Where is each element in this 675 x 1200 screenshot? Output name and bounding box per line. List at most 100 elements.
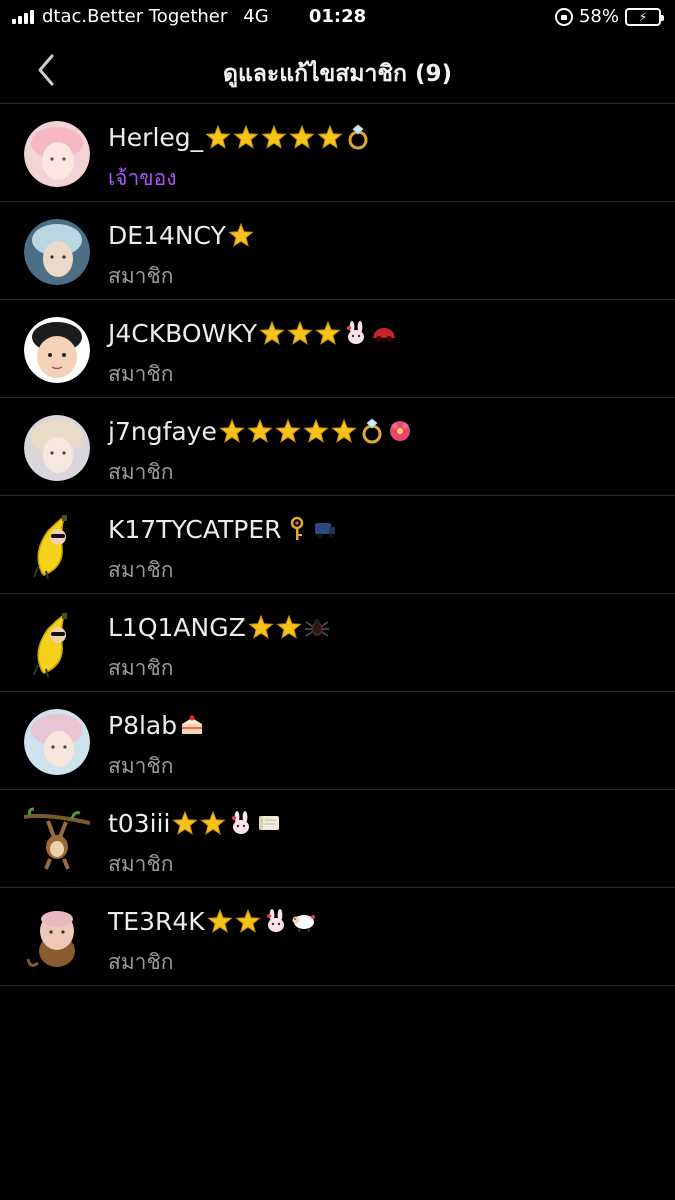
badge-group xyxy=(205,124,371,150)
member-name-line: Herleg_ xyxy=(108,120,371,154)
badge-group xyxy=(179,712,205,738)
star-icon xyxy=(261,124,287,149)
hibiscus-icon xyxy=(389,421,410,441)
member-name-line: t03iii xyxy=(108,806,282,840)
star-icon xyxy=(315,320,341,345)
cake-icon xyxy=(182,715,203,734)
member-name: TE3R4K xyxy=(108,906,205,936)
member-name-line: TE3R4K xyxy=(108,904,317,938)
member-name: t03iii xyxy=(108,808,171,838)
scroll-icon xyxy=(259,816,280,830)
member-info: DE14NCY สมาชิก xyxy=(108,218,254,293)
member-row[interactable]: t03iii สมาชิก xyxy=(0,790,675,888)
member-name-line: P8lab xyxy=(108,708,205,742)
member-name: J4CKBOWKY xyxy=(108,318,258,348)
star-icon xyxy=(259,320,285,345)
avatar[interactable] xyxy=(24,513,90,579)
nav-bar: ดูและแก้ไขสมาชิก (9) xyxy=(0,36,675,104)
member-role-label: สมาชิก xyxy=(108,264,174,288)
avatar[interactable] xyxy=(24,611,90,677)
badge-group xyxy=(206,908,317,934)
star-icon xyxy=(205,124,231,149)
member-row[interactable]: TE3R4K สมาชิก xyxy=(0,888,675,986)
battery-percent: 58% xyxy=(578,6,619,27)
badge-group xyxy=(248,614,330,640)
sheep-icon xyxy=(292,915,315,932)
avatar[interactable] xyxy=(24,807,90,873)
star-icon xyxy=(331,418,357,443)
member-row[interactable]: Herleg_ เจ้าของ xyxy=(0,104,675,202)
clock: 01:28 xyxy=(308,6,367,27)
member-info: L1Q1ANGZ สมาชิก xyxy=(108,610,330,685)
member-role-label: สมาชิก xyxy=(108,950,174,974)
star-icon xyxy=(206,908,233,933)
spider-icon xyxy=(304,619,329,637)
rabbit-icon xyxy=(232,811,250,834)
member-info: j7ngfaye สมาชิก xyxy=(108,414,413,489)
charging-bolt-icon: ⚡ xyxy=(638,9,648,24)
member-info: TE3R4K สมาชิก xyxy=(108,904,317,979)
rabbit-icon xyxy=(266,909,284,932)
member-info: t03iii สมาชิก xyxy=(108,806,282,881)
star-icon xyxy=(219,418,245,443)
avatar[interactable] xyxy=(24,905,90,971)
avatar[interactable] xyxy=(24,317,90,383)
member-list: Herleg_ เจ้าของ DE14NCY สมาชิก J4CKBOWKY สมาช… xyxy=(0,104,675,986)
battery-icon: ⚡ xyxy=(625,7,664,26)
star-icon xyxy=(233,124,259,149)
star-icon xyxy=(200,810,227,835)
badge-group xyxy=(228,222,254,248)
member-name: Herleg_ xyxy=(108,122,204,152)
star-icon xyxy=(275,418,301,443)
member-role-label: สมาชิก xyxy=(108,656,174,680)
carrier-name: dtac.Better Together xyxy=(42,6,228,27)
member-name: K17TYCATPER xyxy=(108,514,282,544)
star-icon xyxy=(303,418,329,443)
key-icon xyxy=(290,516,303,540)
star-icon xyxy=(228,222,254,247)
badge-group xyxy=(172,810,282,836)
member-name-line: j7ngfaye xyxy=(108,414,413,448)
member-role-label: สมาชิก xyxy=(108,460,174,484)
member-name: DE14NCY xyxy=(108,220,226,250)
star-icon xyxy=(234,908,261,933)
member-info: J4CKBOWKY สมาชิก xyxy=(108,316,397,391)
status-left: dtac.Better Together 4G xyxy=(12,6,269,27)
star-icon xyxy=(248,614,274,639)
member-role-label: สมาชิก xyxy=(108,558,174,582)
avatar[interactable] xyxy=(24,219,90,285)
car-icon xyxy=(373,328,396,342)
member-name-line: DE14NCY xyxy=(108,218,254,252)
page-title: ดูและแก้ไขสมาชิก (9) xyxy=(223,61,452,87)
star-icon xyxy=(317,124,343,149)
star-icon xyxy=(247,418,273,443)
badge-group xyxy=(259,320,397,346)
status-right: 58% ⚡ xyxy=(554,6,664,27)
member-row[interactable]: j7ngfaye สมาชิก xyxy=(0,398,675,496)
member-name-line: K17TYCATPER xyxy=(108,512,338,546)
member-row[interactable]: J4CKBOWKY สมาชิก xyxy=(0,300,675,398)
member-row[interactable]: L1Q1ANGZ สมาชิก xyxy=(0,594,675,692)
avatar[interactable] xyxy=(24,415,90,481)
avatar[interactable] xyxy=(24,709,90,775)
member-role-label: สมาชิก xyxy=(108,754,174,778)
member-name-line: L1Q1ANGZ xyxy=(108,610,330,644)
star-icon xyxy=(289,124,315,149)
status-bar: dtac.Better Together 4G 01:28 58% ⚡ xyxy=(0,0,675,36)
member-role-label: สมาชิก xyxy=(108,362,174,386)
ring-icon xyxy=(348,124,368,150)
member-name: j7ngfaye xyxy=(108,416,217,446)
avatar[interactable] xyxy=(24,121,90,187)
member-name: L1Q1ANGZ xyxy=(108,612,246,642)
owner-role-label: เจ้าของ xyxy=(108,166,177,190)
member-row[interactable]: K17TYCATPER สมาชิก xyxy=(0,496,675,594)
rotation-lock-icon xyxy=(554,7,573,26)
member-role-label: สมาชิก xyxy=(108,852,174,876)
member-info: K17TYCATPER สมาชิก xyxy=(108,512,338,587)
member-row[interactable]: DE14NCY สมาชิก xyxy=(0,202,675,300)
member-row[interactable]: P8lab สมาชิก xyxy=(0,692,675,790)
truck-icon xyxy=(314,523,335,539)
star-icon xyxy=(287,320,313,345)
signal-icon xyxy=(12,9,34,24)
ring-icon xyxy=(362,418,382,444)
